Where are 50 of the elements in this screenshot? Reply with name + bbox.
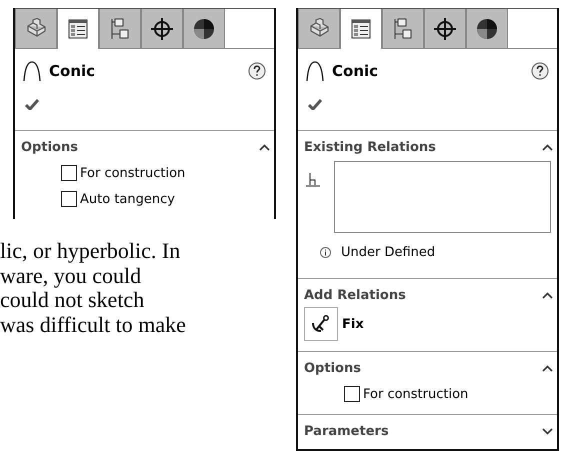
property-list-icon [68, 19, 88, 39]
appearance-sphere-icon [476, 18, 498, 40]
section-header[interactable]: Options [21, 140, 270, 155]
crosshair-icon [151, 18, 173, 40]
part-icon [308, 18, 330, 40]
help-icon[interactable] [248, 62, 266, 80]
fix-label: Fix [342, 316, 364, 332]
panel-tab[interactable] [141, 9, 183, 49]
section-header[interactable]: Existing Relations [304, 140, 553, 155]
ok-check-icon[interactable] [308, 99, 322, 110]
section-header[interactable]: Options [304, 361, 553, 376]
panel-title: Conic [332, 62, 380, 80]
relation-icon [306, 173, 320, 187]
panel-tab[interactable] [99, 9, 141, 49]
panel-tab[interactable] [183, 9, 225, 49]
panel-tab[interactable] [15, 9, 57, 49]
checkbox-label: For construction [363, 386, 468, 402]
appearance-sphere-icon [193, 18, 215, 40]
checkbox-label: Auto tangency [80, 192, 175, 206]
help-icon[interactable] [531, 62, 549, 80]
fix-button[interactable] [304, 307, 338, 341]
arc-icon [306, 61, 324, 81]
anchor-icon [311, 315, 331, 333]
body-text-line: lic, or hyperbolic. In [0, 239, 182, 264]
property-list-icon [351, 19, 371, 39]
body-text-line: ware, you could [0, 264, 142, 288]
ok-check-icon[interactable] [25, 99, 39, 110]
configuration-tree-icon [393, 18, 413, 40]
panel-tab[interactable] [340, 9, 382, 49]
arc-icon [23, 61, 41, 81]
panel-tab[interactable] [57, 9, 99, 49]
body-text-line: was difficult to make [0, 312, 187, 337]
panel-tab[interactable] [424, 9, 466, 49]
status-text: Under Defined [341, 245, 436, 260]
relations-list[interactable] [334, 161, 551, 233]
crosshair-icon [434, 18, 456, 40]
panel-title: Conic [49, 62, 96, 80]
panel-tab[interactable] [466, 9, 508, 49]
body-text-line: could not sketch [0, 288, 146, 312]
part-icon [25, 18, 47, 40]
checkbox[interactable] [61, 165, 77, 181]
checkbox[interactable] [344, 386, 360, 402]
checkbox-label: For construction [80, 166, 186, 180]
configuration-tree-icon [110, 18, 130, 40]
panel-tab[interactable] [298, 9, 340, 49]
section-header[interactable]: Parameters [304, 424, 553, 439]
info-icon [320, 247, 331, 258]
checkbox[interactable] [61, 191, 77, 207]
panel-tab[interactable] [382, 9, 424, 49]
section-header[interactable]: Add Relations [304, 288, 553, 303]
